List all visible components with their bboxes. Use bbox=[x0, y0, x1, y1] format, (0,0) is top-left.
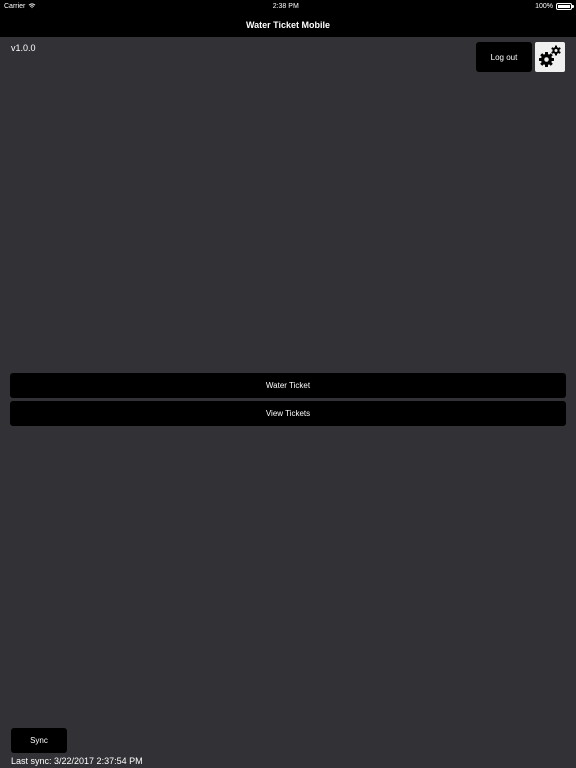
carrier-label: Carrier bbox=[4, 2, 26, 10]
clock: 2:38 PM bbox=[272, 2, 299, 10]
battery-percent: 100% bbox=[535, 2, 553, 10]
settings-button[interactable] bbox=[535, 42, 565, 72]
status-bar: Carrier 2:38 PM 100% bbox=[0, 0, 576, 12]
status-left: Carrier bbox=[4, 3, 36, 10]
app-title: Water Ticket Mobile bbox=[245, 19, 331, 30]
navigation-bar: Water Ticket Mobile bbox=[0, 12, 576, 37]
view-tickets-button[interactable]: View Tickets bbox=[10, 401, 566, 426]
app-version: v1.0.0 bbox=[11, 43, 36, 53]
gear-icon bbox=[539, 45, 561, 67]
logout-button[interactable]: Log out bbox=[476, 42, 532, 72]
battery-icon bbox=[556, 2, 574, 10]
water-ticket-button[interactable]: Water Ticket bbox=[10, 373, 566, 398]
status-right: 100% bbox=[535, 2, 574, 10]
battery-level-fill bbox=[558, 4, 570, 8]
wifi-icon bbox=[28, 3, 36, 9]
sync-button[interactable]: Sync bbox=[11, 728, 67, 753]
last-sync-status: Last sync: 3/22/2017 2:37:54 PM bbox=[11, 756, 143, 766]
